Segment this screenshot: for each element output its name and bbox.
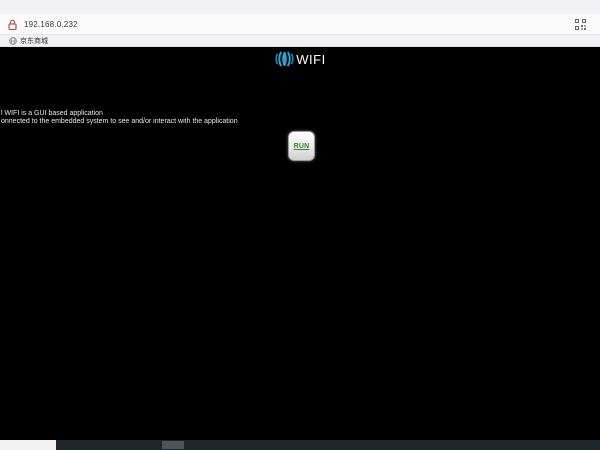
qr-code-icon[interactable] (575, 19, 586, 30)
app-description: l WIFI is a GUI based application onnect… (1, 110, 238, 126)
page-title: WIFI (296, 52, 325, 67)
address-bar: 192.168.0.232 (0, 14, 600, 35)
page-content: WIFI l WIFI is a GUI based application o… (0, 47, 600, 440)
horizontal-scrollbar[interactable] (0, 440, 600, 450)
url-text[interactable]: 192.168.0.232 (24, 20, 78, 29)
bookmark-item[interactable]: 京东商城 (9, 36, 48, 46)
bookmark-label: 京东商城 (20, 36, 48, 46)
scrollbar-thumb[interactable] (0, 440, 56, 450)
app-description-line1: l WIFI is a GUI based application (1, 110, 238, 118)
globe-icon (9, 37, 17, 45)
run-button[interactable]: RUN (288, 131, 315, 161)
insecure-lock-icon (8, 19, 17, 30)
app-description-line2: onnected to the embedded system to see a… (1, 118, 238, 126)
scrollbar-thumb-secondary[interactable] (162, 441, 184, 449)
wifi-signal-icon (274, 50, 295, 68)
run-button-label: RUN (294, 143, 310, 150)
page-header: WIFI (0, 50, 600, 68)
bookmarks-bar: 京东商城 (0, 35, 600, 47)
browser-titlebar (0, 0, 600, 14)
